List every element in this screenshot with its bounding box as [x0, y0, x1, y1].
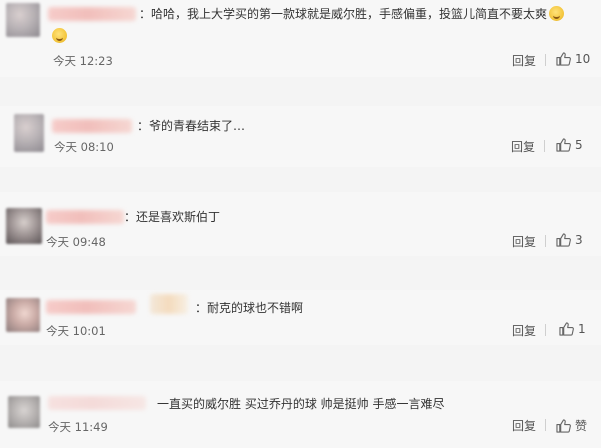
laugh-emoji-icon	[52, 28, 67, 43]
like-count: 赞	[575, 419, 588, 433]
comment-text: ：还是喜欢斯伯丁	[124, 209, 220, 225]
like-button[interactable]: 1	[559, 322, 586, 336]
comment-card: ：哈哈，我上大学买的第一款球就是威尔胜，手感偏重，投篮儿简直不要太爽 今天 12…	[0, 0, 601, 77]
comment-text-body: ：哈哈，我上大学买的第一款球就是威尔胜，手感偏重，投篮儿简直不要太爽	[139, 7, 548, 21]
like-button[interactable]: 10	[556, 52, 590, 66]
avatar[interactable]	[6, 298, 40, 332]
thumbs-up-icon	[559, 322, 574, 336]
comment-text-body: ：耐克的球也不错啊	[195, 301, 304, 315]
timestamp: 今天 08:10	[54, 140, 114, 154]
like-count: 1	[578, 322, 586, 336]
divider	[544, 140, 545, 152]
comment-card: ：爷的青春结束了… 今天 08:10 回复 5	[0, 106, 601, 167]
reply-button[interactable]: 回复	[512, 417, 536, 434]
separator	[0, 77, 601, 106]
comment-card: ：耐克的球也不错啊 今天 10:01 回复 1	[0, 290, 601, 345]
timestamp: 今天 12:23	[53, 54, 113, 68]
laugh-emoji-icon	[549, 6, 565, 21]
username[interactable]	[48, 7, 136, 21]
like-count: 5	[575, 138, 583, 152]
timestamp: 今天 10:01	[46, 324, 106, 338]
comment-text: ：哈哈，我上大学买的第一款球就是威尔胜，手感偏重，投篮儿简直不要太爽	[139, 6, 565, 22]
comment-card: ：还是喜欢斯伯丁 今天 09:48 回复 3	[0, 192, 601, 256]
separator	[0, 345, 601, 381]
timestamp: 今天 11:49	[48, 420, 108, 434]
username-decoration	[150, 294, 188, 314]
avatar[interactable]	[8, 396, 40, 428]
divider	[545, 419, 546, 431]
thumbs-up-icon	[556, 138, 571, 152]
reply-button[interactable]: 回复	[511, 138, 535, 155]
comment-text: ：爷的青春结束了…	[137, 118, 245, 134]
comment-text-body: 一直买的威尔胜 买过乔丹的球 帅是挺帅 手感一言难尽	[157, 397, 445, 411]
username[interactable]	[52, 119, 132, 133]
avatar[interactable]	[6, 3, 40, 37]
timestamp: 今天 09:48	[46, 235, 106, 249]
comment-card: 一直买的威尔胜 买过乔丹的球 帅是挺帅 手感一言难尽 今天 11:49 回复 赞	[0, 381, 601, 448]
like-count: 10	[575, 52, 591, 66]
comment-text-line2	[52, 28, 67, 44]
username[interactable]	[46, 300, 136, 314]
divider	[545, 54, 546, 66]
avatar[interactable]	[14, 114, 44, 152]
separator	[0, 256, 601, 290]
like-count: 3	[575, 233, 583, 247]
thumbs-up-icon	[556, 233, 571, 247]
reply-button[interactable]: 回复	[512, 52, 536, 69]
reply-button[interactable]: 回复	[512, 322, 536, 339]
thumbs-up-icon	[556, 418, 571, 433]
like-button[interactable]: 3	[556, 233, 583, 247]
comment-text-body: ：还是喜欢斯伯丁	[124, 210, 221, 224]
comment-text-body: ：爷的青春结束了…	[137, 119, 246, 133]
reply-button[interactable]: 回复	[512, 233, 536, 250]
username[interactable]	[48, 396, 146, 410]
thumbs-up-icon	[556, 52, 571, 66]
like-button[interactable]: 5	[556, 138, 583, 152]
username[interactable]	[46, 210, 124, 224]
comment-text: 一直买的威尔胜 买过乔丹的球 帅是挺帅 手感一言难尽	[157, 396, 444, 412]
comment-text: ：耐克的球也不错啊	[195, 300, 303, 316]
divider	[545, 324, 546, 336]
divider	[545, 235, 546, 247]
avatar[interactable]	[6, 208, 42, 244]
separator	[0, 167, 601, 192]
like-button[interactable]: 赞	[556, 417, 587, 434]
